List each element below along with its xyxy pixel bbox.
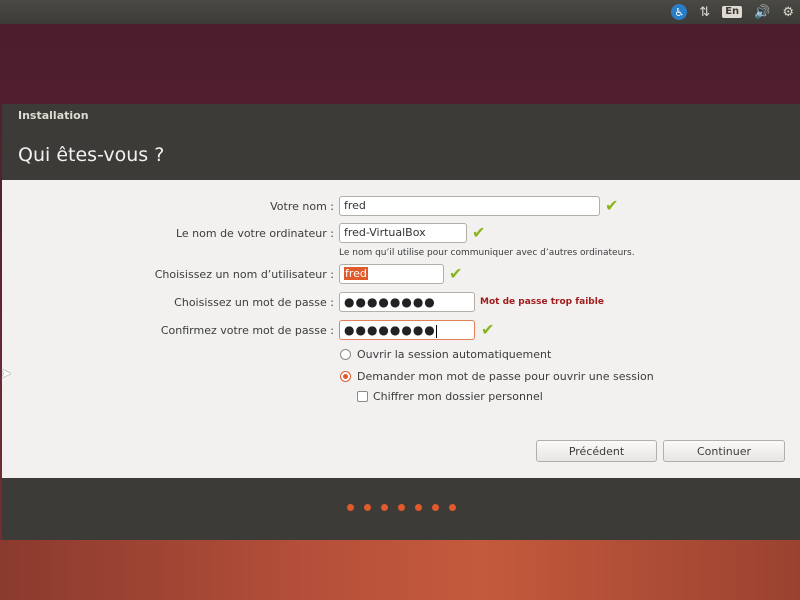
progress-dot <box>363 504 371 511</box>
computer-name-field[interactable]: fred-VirtualBox <box>339 223 467 243</box>
text-caret <box>435 324 437 338</box>
volume-icon[interactable]: 🔊 <box>754 6 770 19</box>
confirm-password-label: Confirmez votre mot de passe : <box>160 324 334 337</box>
name-field[interactable]: fred <box>339 196 600 216</box>
top-panel: ♿ ⇅ En 🔊 ⚙ <box>0 0 800 24</box>
installer-header: Installation Qui êtes-vous ? <box>2 104 800 180</box>
progress-dots <box>2 504 800 511</box>
username-field[interactable]: fred <box>339 264 444 284</box>
confirm-password-field[interactable]: ●●●●●●●● <box>339 320 475 340</box>
password-value: ●●●●●●●● <box>344 295 436 309</box>
username-value: fred <box>344 267 368 280</box>
mouse-cursor-icon: ➤ <box>0 366 12 382</box>
username-label: Choisissez un nom d’utilisateur : <box>154 268 334 281</box>
auto-login-label[interactable]: Ouvrir la session automatiquement <box>357 348 551 361</box>
progress-dot <box>431 504 439 511</box>
computer-name-check-icon: ✔ <box>472 223 486 242</box>
password-strength-warning: Mot de passe trop faible <box>480 297 604 307</box>
progress-dot <box>397 504 405 511</box>
ask-password-label[interactable]: Demander mon mot de passe pour ouvrir un… <box>357 370 654 383</box>
progress-dot <box>414 504 422 511</box>
name-check-icon: ✔ <box>605 196 619 215</box>
password-field[interactable]: ●●●●●●●● <box>339 292 475 312</box>
network-icon[interactable]: ⇅ <box>699 6 710 19</box>
desktop-background <box>0 540 800 600</box>
password-label: Choisissez un mot de passe : <box>174 296 334 309</box>
progress-dot <box>346 504 354 511</box>
name-value: fred <box>344 199 366 212</box>
ask-password-radio[interactable] <box>340 371 351 382</box>
progress-dot <box>380 504 388 511</box>
installer-body: Votre nom : fred ✔ Le nom de votre ordin… <box>2 180 800 478</box>
auto-login-radio[interactable] <box>340 349 351 360</box>
computer-name-hint: Le nom qu’il utilise pour communiquer av… <box>339 248 635 258</box>
back-button[interactable]: Précédent <box>536 440 657 462</box>
installer-footer <box>2 478 800 540</box>
window-title: Installation <box>18 109 89 122</box>
confirm-password-value: ●●●●●●●● <box>344 323 436 337</box>
name-label: Votre nom : <box>270 200 334 213</box>
username-check-icon: ✔ <box>449 264 463 283</box>
continue-button[interactable]: Continuer <box>663 440 785 462</box>
computer-name-label: Le nom de votre ordinateur : <box>175 227 334 240</box>
encrypt-home-label[interactable]: Chiffrer mon dossier personnel <box>373 390 543 403</box>
encrypt-home-checkbox[interactable] <box>357 391 368 402</box>
gear-icon[interactable]: ⚙ <box>782 6 794 19</box>
page-title: Qui êtes-vous ? <box>18 144 165 166</box>
progress-dot <box>448 504 456 511</box>
computer-name-value: fred-VirtualBox <box>344 226 426 239</box>
keyboard-language-indicator[interactable]: En <box>722 6 743 18</box>
accessibility-icon[interactable]: ♿ <box>671 4 688 20</box>
confirm-password-check-icon: ✔ <box>481 320 495 339</box>
